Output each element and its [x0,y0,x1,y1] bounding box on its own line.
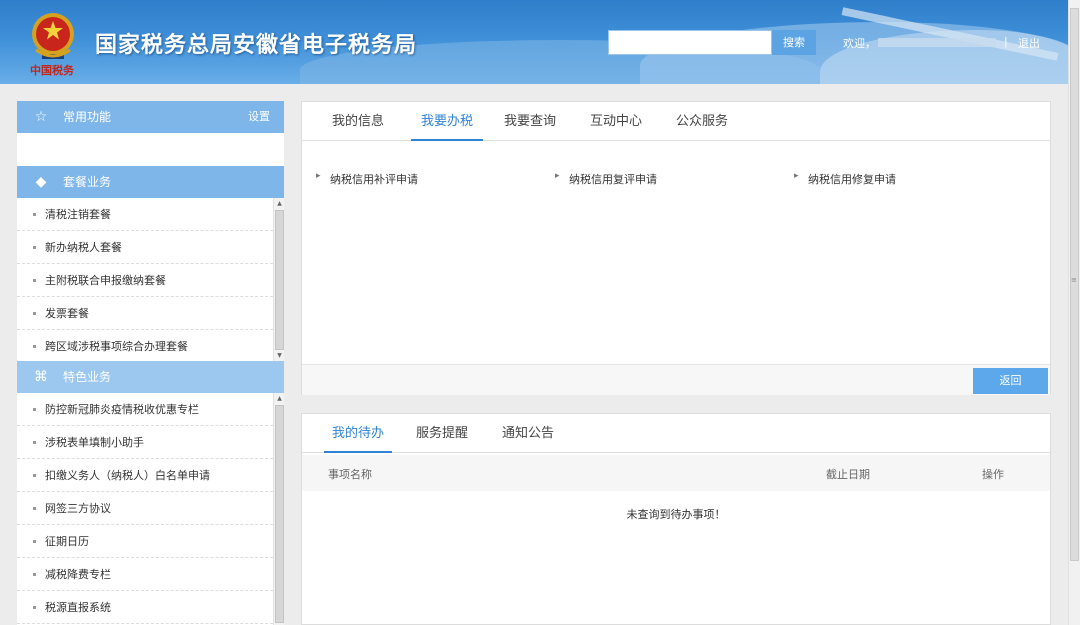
scrollbar-thumb[interactable] [275,210,284,350]
tab-my-info[interactable]: 我的信息 [328,102,388,141]
sidebar-item-special[interactable]: 减税降费专栏 [17,558,273,591]
todo-panel: 我的待办 服务提醒 通知公告 事项名称 截止日期 操作 未查询到待办事项！ [301,413,1051,625]
panel-action-bar: 返回 [302,364,1050,395]
search-input[interactable] [608,30,772,55]
column-item-name: 事项名称 [328,468,372,481]
package-list-scrollbar[interactable]: ▲ ▼ [273,198,284,361]
column-action: 操作 [982,468,1004,481]
sidebar-item-package[interactable]: 清税注销套餐 [17,198,273,231]
package-business-header[interactable]: ◆ 套餐业务 [17,166,284,198]
sidebar-item-special[interactable]: 扣缴义务人（纳税人）白名单申请 [17,459,273,492]
special-list-scrollbar[interactable]: ▲ [273,393,284,625]
credit-review-link[interactable]: 纳税信用复评申请 [555,171,657,187]
empty-todo-message: 未查询到待办事项！ [626,508,726,521]
tab-notices[interactable]: 通知公告 [498,414,558,453]
sidebar-item-special[interactable]: 网签三方协议 [17,492,273,525]
special-business-list: 防控新冠肺炎疫情税收优惠专栏 涉税表单填制小助手 扣缴义务人（纳税人）白名单申请… [17,393,273,624]
cube-icon: ◆ [35,174,47,190]
header-banner: 中国税务 国家税务总局安徽省电子税务局 搜索 欢迎， | 退出 [0,0,1068,84]
page-scrollbar-thumb[interactable] [1070,8,1079,561]
tab-query[interactable]: 我要查询 [500,102,560,141]
scroll-up-icon[interactable]: ▲ [274,200,285,207]
tab-public-service[interactable]: 公众服务 [672,102,732,141]
scroll-down-icon[interactable]: ▼ [274,352,285,359]
sidebar-item-package[interactable]: 新办纳税人套餐 [17,231,273,264]
site-title: 国家税务总局安徽省电子税务局 [95,33,418,58]
sidebar: ☆ 常用功能 设置 ◆ 套餐业务 清税注销套餐 新办纳税人套餐 主附税联合申报缴… [17,101,284,625]
tab-service-reminder[interactable]: 服务提醒 [412,414,472,453]
grid-icon: ⌘ [34,369,48,385]
special-business-label: 特色业务 [63,370,112,384]
sidebar-item-package[interactable]: 跨区域涉税事项综合办理套餐 [17,330,273,363]
scrollbar-grip-icon: ≡ [1071,276,1077,284]
todo-tabs: 我的待办 服务提醒 通知公告 [302,414,1050,453]
package-business-label: 套餐业务 [63,175,112,189]
scroll-up-icon[interactable]: ▲ [274,395,285,402]
username-redacted [878,38,996,47]
sidebar-item-special[interactable]: 征期日历 [17,525,273,558]
common-functions-label: 常用功能 [63,110,112,124]
sidebar-item-special[interactable]: 防控新冠肺炎疫情税收优惠专栏 [17,393,273,426]
main-tabs: 我的信息 我要办税 我要查询 互动中心 公众服务 [302,102,1050,141]
emblem-caption: 中国税务 [30,64,74,77]
package-business-list: 清税注销套餐 新办纳税人套餐 主附税联合申报缴纳套餐 发票套餐 跨区域涉税事项综… [17,198,273,363]
logout-link[interactable]: 退出 [1018,35,1040,51]
scrollbar-thumb[interactable] [275,405,284,623]
column-deadline: 截止日期 [826,468,870,481]
search-button[interactable]: 搜索 [772,30,816,55]
tab-interaction[interactable]: 互动中心 [586,102,646,141]
back-button[interactable]: 返回 [973,368,1048,394]
credit-repair-link[interactable]: 纳税信用修复申请 [794,171,896,187]
tab-my-todo[interactable]: 我的待办 [324,414,392,453]
credit-supplement-link[interactable]: 纳税信用补评申请 [316,171,418,187]
todo-table-header: 事项名称 截止日期 操作 [302,455,1050,491]
special-business-header[interactable]: ⌘ 特色业务 [17,361,284,393]
page-scrollbar[interactable]: ≡ [1068,0,1080,625]
tax-emblem-icon [32,13,74,59]
settings-link[interactable]: 设置 [248,101,270,133]
main-tax-panel: 我的信息 我要办税 我要查询 互动中心 公众服务 纳税信用补评申请 纳税信用复评… [301,101,1051,395]
sidebar-item-package[interactable]: 发票套餐 [17,297,273,330]
common-functions-header[interactable]: ☆ 常用功能 设置 [17,101,284,133]
sidebar-item-package[interactable]: 主附税联合申报缴纳套餐 [17,264,273,297]
header-separator: | [1004,35,1008,48]
sidebar-item-special[interactable]: 涉税表单填制小助手 [17,426,273,459]
sidebar-item-special[interactable]: 税源直报系统 [17,591,273,624]
tab-handle-tax[interactable]: 我要办税 [411,102,483,141]
welcome-text: 欢迎， [843,37,876,50]
star-icon: ☆ [34,109,48,125]
